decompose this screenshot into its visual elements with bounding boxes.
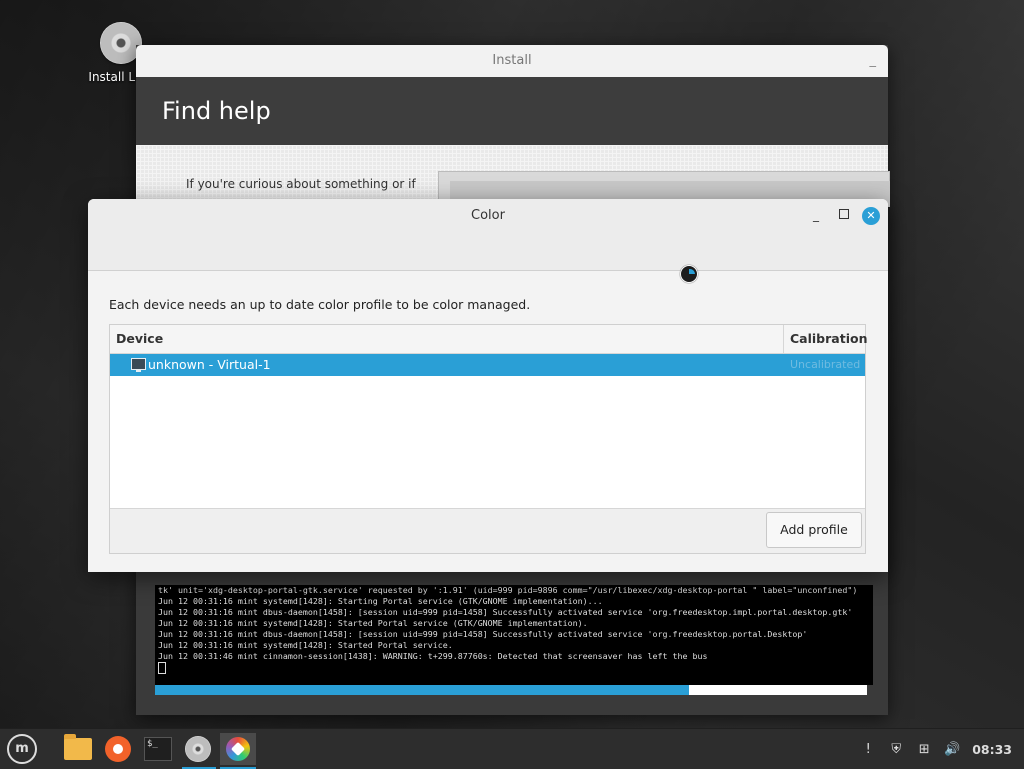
install-progress-fill	[155, 685, 689, 695]
volume-icon[interactable]: 🔊	[944, 741, 960, 757]
log-line: Jun 12 00:31:16 mint systemd[1428]: Star…	[158, 640, 453, 650]
terminal-launcher[interactable]: $_	[142, 733, 174, 765]
files-launcher[interactable]	[62, 733, 94, 765]
color-description: Each device needs an up to date color pr…	[109, 297, 531, 312]
install-slideshow: If you're curious about something or if	[136, 145, 890, 207]
color-titlebar[interactable]: Color _ ✕	[88, 199, 888, 283]
shield-icon[interactable]: ⛨	[888, 741, 904, 757]
log-line: Jun 12 00:31:16 mint dbus-daemon[1458]: …	[158, 607, 853, 617]
terminal-cursor	[158, 662, 166, 674]
notification-icon[interactable]: !	[860, 741, 876, 757]
install-titlebar[interactable]: Install _	[136, 45, 888, 77]
firefox-launcher[interactable]	[102, 733, 134, 765]
add-profile-button[interactable]: Add profile	[766, 512, 862, 548]
log-line: Jun 12 00:31:16 mint systemd[1428]: Star…	[158, 596, 603, 606]
install-progress-bar	[155, 685, 867, 695]
device-table-header: Device Calibration	[110, 325, 867, 354]
device-name: unknown - Virtual-1	[148, 357, 271, 372]
log-line: Jun 12 00:31:16 mint systemd[1428]: Star…	[158, 618, 588, 628]
close-button[interactable]: ✕	[862, 207, 880, 225]
taskbar: m $_ ! ⛨ ⊞ 🔊 08:33	[0, 728, 1024, 769]
disc-icon	[185, 736, 211, 762]
column-header-calibration[interactable]: Calibration	[783, 325, 867, 353]
column-header-device[interactable]: Device	[116, 331, 163, 346]
log-line: Jun 12 00:31:16 mint dbus-daemon[1458]: …	[158, 629, 808, 639]
installer-task[interactable]	[182, 733, 214, 765]
folder-icon	[64, 734, 92, 760]
install-minimize-button[interactable]: _	[870, 45, 877, 77]
install-page-title: Find help	[136, 77, 888, 145]
install-log-terminal[interactable]: tk' unit='xdg-desktop-portal-gtk.service…	[155, 585, 873, 685]
color-task[interactable]	[220, 733, 256, 765]
table-row[interactable]: unknown - Virtual-1 Uncalibrated	[110, 354, 865, 376]
mint-logo-icon: m	[7, 734, 37, 764]
maximize-icon	[839, 209, 849, 219]
minimize-button[interactable]: _	[808, 207, 824, 223]
device-table[interactable]: Device Calibration unknown - Virtual-1 U…	[109, 324, 867, 554]
color-dialog: Color _ ✕ Each device needs an up to dat…	[88, 199, 888, 572]
busy-cursor-icon	[680, 265, 698, 283]
color-dialog-title: Color	[471, 208, 505, 223]
monitor-icon	[131, 358, 146, 372]
color-settings-icon	[226, 737, 250, 761]
firefox-icon	[105, 736, 131, 762]
terminal-icon: $_	[144, 737, 172, 761]
device-table-toolbar: Add profile	[110, 508, 865, 553]
clock[interactable]: 08:33	[972, 742, 1012, 757]
maximize-button[interactable]	[836, 207, 852, 223]
calibration-status: Uncalibrated	[790, 358, 861, 371]
menu-button[interactable]: m	[6, 733, 38, 765]
install-title: Install	[492, 53, 532, 68]
system-tray: ! ⛨ ⊞ 🔊 08:33	[860, 729, 1024, 769]
log-line: tk' unit='xdg-desktop-portal-gtk.service…	[158, 585, 858, 595]
help-text: If you're curious about something or if	[186, 177, 416, 191]
log-line: Jun 12 00:31:46 mint cinnamon-session[14…	[158, 651, 708, 661]
network-icon[interactable]: ⊞	[916, 741, 932, 757]
